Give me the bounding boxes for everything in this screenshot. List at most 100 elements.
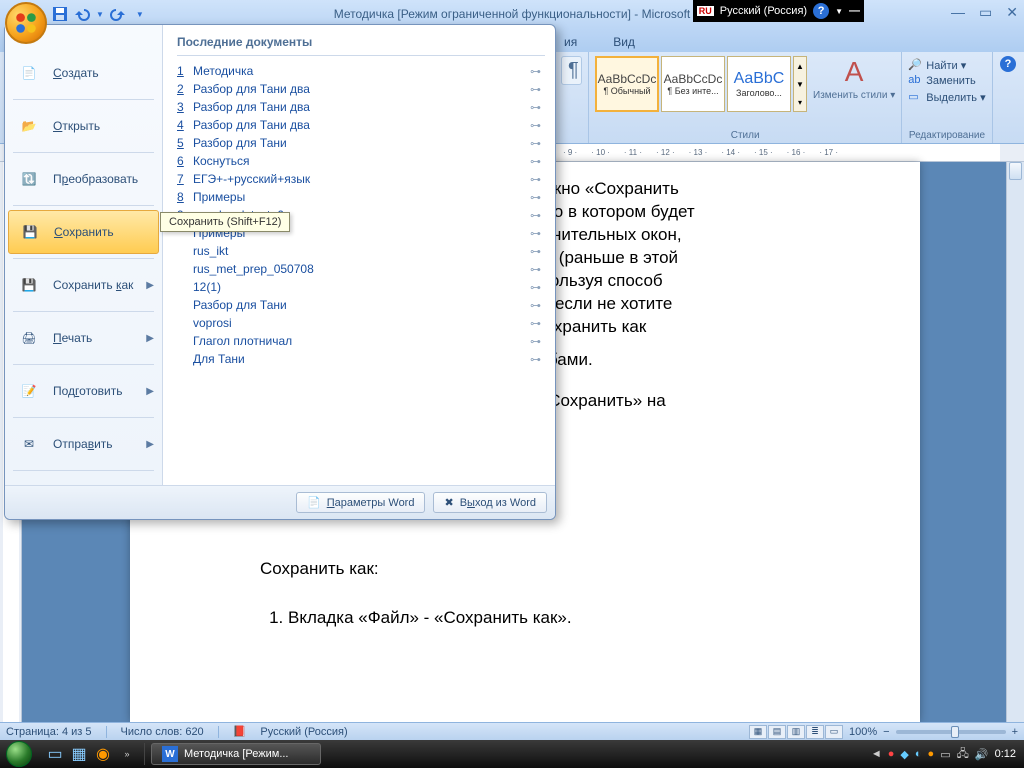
pin-icon[interactable]: ⊶ (530, 119, 541, 132)
recent-doc-item[interactable]: rus_met_prep_050708⊶ (177, 260, 545, 278)
recent-doc-item[interactable]: 4Разбор для Тани два⊶ (177, 116, 545, 134)
zoom-knob[interactable] (951, 726, 959, 738)
pin-icon[interactable]: ⊶ (530, 191, 541, 204)
menu-print[interactable]: 🖨Печать▶ (5, 316, 162, 360)
recent-doc-item[interactable]: Для Тани⊶ (177, 350, 545, 368)
qat-customize-icon[interactable]: ▼ (136, 10, 144, 19)
pin-icon[interactable]: ⊶ (530, 299, 541, 312)
view-full-reading[interactable]: ▤ (768, 725, 786, 739)
tray-icon[interactable]: ● (888, 748, 895, 760)
recent-doc-item[interactable]: 7ЕГЭ+-+русский+язык⊶ (177, 170, 545, 188)
recent-doc-item[interactable]: 12(1)⊶ (177, 278, 545, 296)
recent-doc-item[interactable]: 8Примеры⊶ (177, 188, 545, 206)
pin-icon[interactable]: ⊶ (530, 245, 541, 258)
pin-icon[interactable]: ⊶ (530, 227, 541, 240)
recent-doc-item[interactable]: 2Разбор для Тани два⊶ (177, 80, 545, 98)
status-proofing-icon[interactable]: 📕 (233, 725, 247, 738)
pin-icon[interactable]: ⊶ (530, 281, 541, 294)
pin-icon[interactable]: ⊶ (530, 137, 541, 150)
view-outline[interactable]: ≣ (806, 725, 824, 739)
taskbar-word-button[interactable]: W Методичка [Режим... (151, 743, 321, 765)
maximize-button[interactable]: ▭ (979, 4, 992, 21)
help-icon[interactable]: ? (813, 3, 829, 19)
style-normal[interactable]: AaBbCcDc ¶ Обычный (595, 56, 659, 112)
status-page[interactable]: Страница: 4 из 5 (6, 726, 92, 738)
clock[interactable]: 0:12 (995, 748, 1016, 760)
find-button[interactable]: 🔎Найти ▾ (908, 58, 985, 72)
ql-switch-icon[interactable]: ▦ (68, 743, 90, 765)
start-button[interactable] (0, 740, 38, 768)
pin-icon[interactable]: ⊶ (530, 317, 541, 330)
office-button[interactable] (5, 2, 47, 44)
zoom-in-button[interactable]: + (1012, 726, 1018, 738)
tray-icon[interactable]: ◐ (915, 748, 922, 760)
exit-word-button[interactable]: ✖Выход из Word (433, 492, 547, 513)
tray-icon[interactable]: ▭ (940, 748, 950, 761)
menu-convert[interactable]: 🔃Преобразовать (5, 157, 162, 201)
lang-dropdown-icon[interactable]: ▼ (835, 7, 843, 16)
tray-icon[interactable]: ◆ (900, 748, 908, 761)
menu-publish[interactable]: 🌐Опубликовать▶ (5, 475, 162, 485)
style-gallery[interactable]: AaBbCcDc ¶ Обычный AaBbCcDc ¶ Без инте..… (595, 56, 807, 112)
view-print-layout[interactable]: ▦ (749, 725, 767, 739)
ql-desktop-icon[interactable]: ▭ (44, 743, 66, 765)
ribbon-help-icon[interactable]: ? (1000, 56, 1016, 72)
tab-partial[interactable]: ия (560, 32, 581, 52)
pin-icon[interactable]: ⊶ (530, 209, 541, 222)
lang-min-icon[interactable]: — (849, 5, 860, 17)
recent-doc-item[interactable]: rus_ikt⊶ (177, 242, 545, 260)
menu-prepare[interactable]: 📝Подготовить▶ (5, 369, 162, 413)
pin-icon[interactable]: ⊶ (530, 65, 541, 78)
scrollbar-thumb[interactable] (1009, 162, 1022, 180)
undo-dropdown-icon[interactable]: ▼ (96, 10, 104, 19)
recent-doc-item[interactable]: 3Разбор для Тани два⊶ (177, 98, 545, 116)
menu-open[interactable]: 📂Открыть (5, 104, 162, 148)
status-words[interactable]: Число слов: 620 (121, 726, 204, 738)
undo-icon[interactable] (74, 6, 90, 22)
vertical-scrollbar[interactable] (1006, 162, 1024, 722)
ql-media-icon[interactable]: ◉ (92, 743, 114, 765)
pin-icon[interactable]: ⊶ (530, 155, 541, 168)
pin-icon[interactable]: ⊶ (530, 173, 541, 186)
menu-create[interactable]: 📄Создать (5, 51, 162, 95)
tray-network-icon[interactable]: 🖧 (957, 745, 969, 764)
tray-icon[interactable]: ◄ (871, 748, 882, 760)
close-button[interactable]: ✕ (1006, 4, 1018, 21)
menu-save[interactable]: 💾Сохранить (8, 210, 159, 254)
ql-more-icon[interactable]: » (116, 743, 138, 765)
pin-icon[interactable]: ⊶ (530, 335, 541, 348)
style-nospacing[interactable]: AaBbCcDc ¶ Без инте... (661, 56, 725, 112)
save-icon[interactable] (52, 6, 68, 22)
redo-icon[interactable] (110, 6, 126, 22)
recent-doc-item[interactable]: 5Разбор для Тани⊶ (177, 134, 545, 152)
tray-icon[interactable]: ● (928, 748, 935, 760)
recent-doc-item[interactable]: 6Коснуться⊶ (177, 152, 545, 170)
pin-icon[interactable]: ⊶ (530, 353, 541, 366)
pin-icon[interactable]: ⊶ (530, 83, 541, 96)
word-options-button[interactable]: 📄Параметры Word (296, 492, 425, 513)
view-draft[interactable]: ▭ (825, 725, 843, 739)
select-button[interactable]: ▭Выделить ▾ (908, 90, 985, 104)
zoom-level[interactable]: 100% (849, 726, 877, 738)
change-styles-button[interactable]: A Изменить стили ▾ (813, 56, 895, 101)
pin-icon[interactable]: ⊶ (530, 263, 541, 276)
tray-volume-icon[interactable]: 🔊 (975, 748, 989, 761)
recent-doc-item[interactable]: Глагол плотничал⊶ (177, 332, 545, 350)
recent-doc-item[interactable]: 1Методичка⊶ (177, 62, 545, 80)
replace-button[interactable]: abЗаменить (908, 74, 985, 88)
style-heading[interactable]: AaBbC Заголово... (727, 56, 791, 112)
style-gallery-more[interactable]: ▲ ▼ ▾ (793, 56, 807, 112)
recent-doc-item[interactable]: Разбор для Тани⊶ (177, 296, 545, 314)
recent-doc-item[interactable]: voprosi⊶ (177, 314, 545, 332)
pilcrow-icon[interactable]: ¶ (561, 56, 582, 85)
view-web-layout[interactable]: ▥ (787, 725, 805, 739)
zoom-out-button[interactable]: − (883, 726, 889, 738)
status-language[interactable]: Русский (Россия) (260, 726, 347, 738)
minimize-button[interactable]: — (951, 4, 965, 21)
pin-icon[interactable]: ⊶ (530, 101, 541, 114)
menu-send[interactable]: ✉Отправить▶ (5, 422, 162, 466)
tab-view[interactable]: Вид (609, 32, 639, 52)
language-bar[interactable]: RU Русский (Россия) ? ▼ — (693, 0, 864, 22)
menu-save-as[interactable]: 💾Сохранить как▶ (5, 263, 162, 307)
zoom-slider[interactable] (896, 730, 1006, 734)
